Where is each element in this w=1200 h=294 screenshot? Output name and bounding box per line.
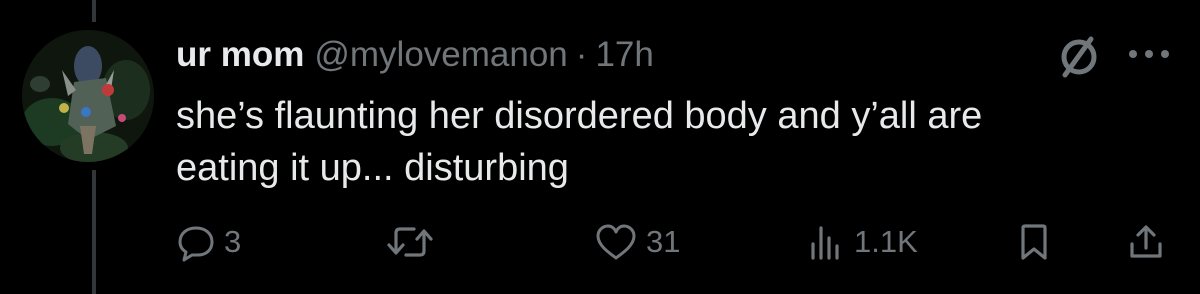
- bookmark-button[interactable]: [1016, 214, 1052, 270]
- tweet-text-line-1: she’s flaunting her disordered body and …: [176, 95, 983, 137]
- user-handle[interactable]: @mylovemanon: [314, 30, 567, 80]
- views-button[interactable]: 1.1K: [806, 214, 918, 270]
- separator-dot: ·: [575, 35, 588, 74]
- retweet-icon: [387, 227, 433, 257]
- reply-count: 3: [224, 224, 242, 259]
- tweet-text: she’s flaunting her disordered body and …: [176, 90, 1136, 194]
- reply-icon: [178, 226, 214, 262]
- share-button[interactable]: [1126, 214, 1166, 270]
- tweet-text-line-2: eating it up... disturbing: [176, 147, 569, 189]
- views-icon: [811, 226, 839, 260]
- avatar[interactable]: [22, 30, 154, 162]
- tweet-header: ur mom @mylovemanon · 17h: [176, 30, 654, 80]
- heart-icon: [596, 224, 636, 260]
- share-icon: [1130, 225, 1162, 258]
- display-name[interactable]: ur mom: [176, 30, 304, 80]
- reply-button[interactable]: 3: [176, 214, 241, 270]
- views-count: 1.1K: [854, 224, 918, 259]
- thread-line-top: [92, 0, 96, 22]
- action-bar: 3 31 1.1K: [0, 214, 1200, 270]
- timestamp[interactable]: 17h: [595, 30, 653, 80]
- bookmark-icon: [1021, 224, 1047, 260]
- grok-icon[interactable]: [1055, 33, 1103, 81]
- more-icon[interactable]: [1126, 42, 1172, 66]
- retweet-button[interactable]: [384, 214, 444, 270]
- like-count: 31: [646, 224, 681, 259]
- like-button[interactable]: 31: [594, 214, 680, 270]
